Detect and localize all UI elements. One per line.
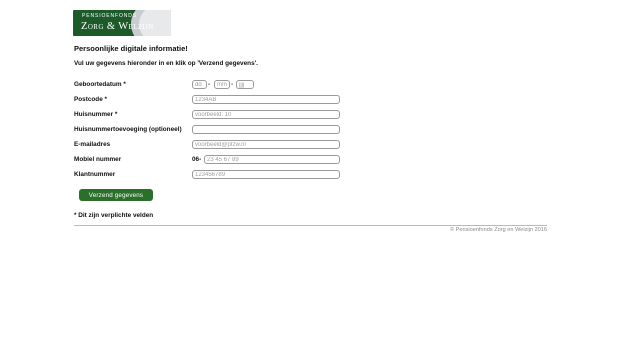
house-number-input[interactable] [192,110,340,119]
birthdate-day-input[interactable] [192,80,207,89]
footer-copyright: © Pensioenfonds Zorg en Welzijn 2016 [450,227,547,233]
page-title: Persoonlijke digitale informatie! [74,44,188,53]
postcode-input[interactable] [192,95,340,104]
logo-line-1: PENSIOENFONDS [82,13,138,19]
house-number-suffix-label: Huisnummertoevoeging (optioneel) [74,126,182,133]
footer-divider [74,225,547,226]
email-label: E-mailadres [74,141,111,148]
customer-number-input[interactable] [192,170,340,179]
birthdate-separator-2: - [231,81,234,88]
birthdate-month-input[interactable] [214,80,230,89]
birthdate-year-input[interactable] [236,80,254,89]
required-fields-note: * Dit zijn verplichte velden [74,212,154,219]
house-number-suffix-input[interactable] [192,125,340,134]
birthdate-row: Geboortedatum * - - [74,80,374,91]
pfzw-logo: PENSIOENFONDS Zorg & Welzijn [73,10,171,36]
customer-number-row: Klantnummer [74,170,374,181]
house-number-row: Huisnummer * [74,110,374,121]
mobile-input[interactable] [204,155,340,164]
mobile-prefix: 06- [192,156,202,163]
house-number-suffix-row: Huisnummertoevoeging (optioneel) [74,125,374,136]
mobile-row: Mobiel nummer 06- [74,155,374,166]
customer-number-label: Klantnummer [74,171,116,178]
mobile-label: Mobiel nummer [74,156,122,163]
postcode-label: Postcode * [74,96,108,103]
intro-text: Vul uw gegevens hieronder in en klik op … [74,60,258,67]
postcode-row: Postcode * [74,95,374,106]
email-input[interactable] [192,140,340,149]
birthdate-label: Geboortedatum * [74,81,126,88]
logo-line-2: Zorg & Welzijn [81,21,154,32]
house-number-label: Huisnummer * [74,111,118,118]
email-row: E-mailadres [74,140,374,151]
birthdate-separator-1: - [208,81,211,88]
submit-button[interactable]: Verzend gegevens [79,189,153,201]
